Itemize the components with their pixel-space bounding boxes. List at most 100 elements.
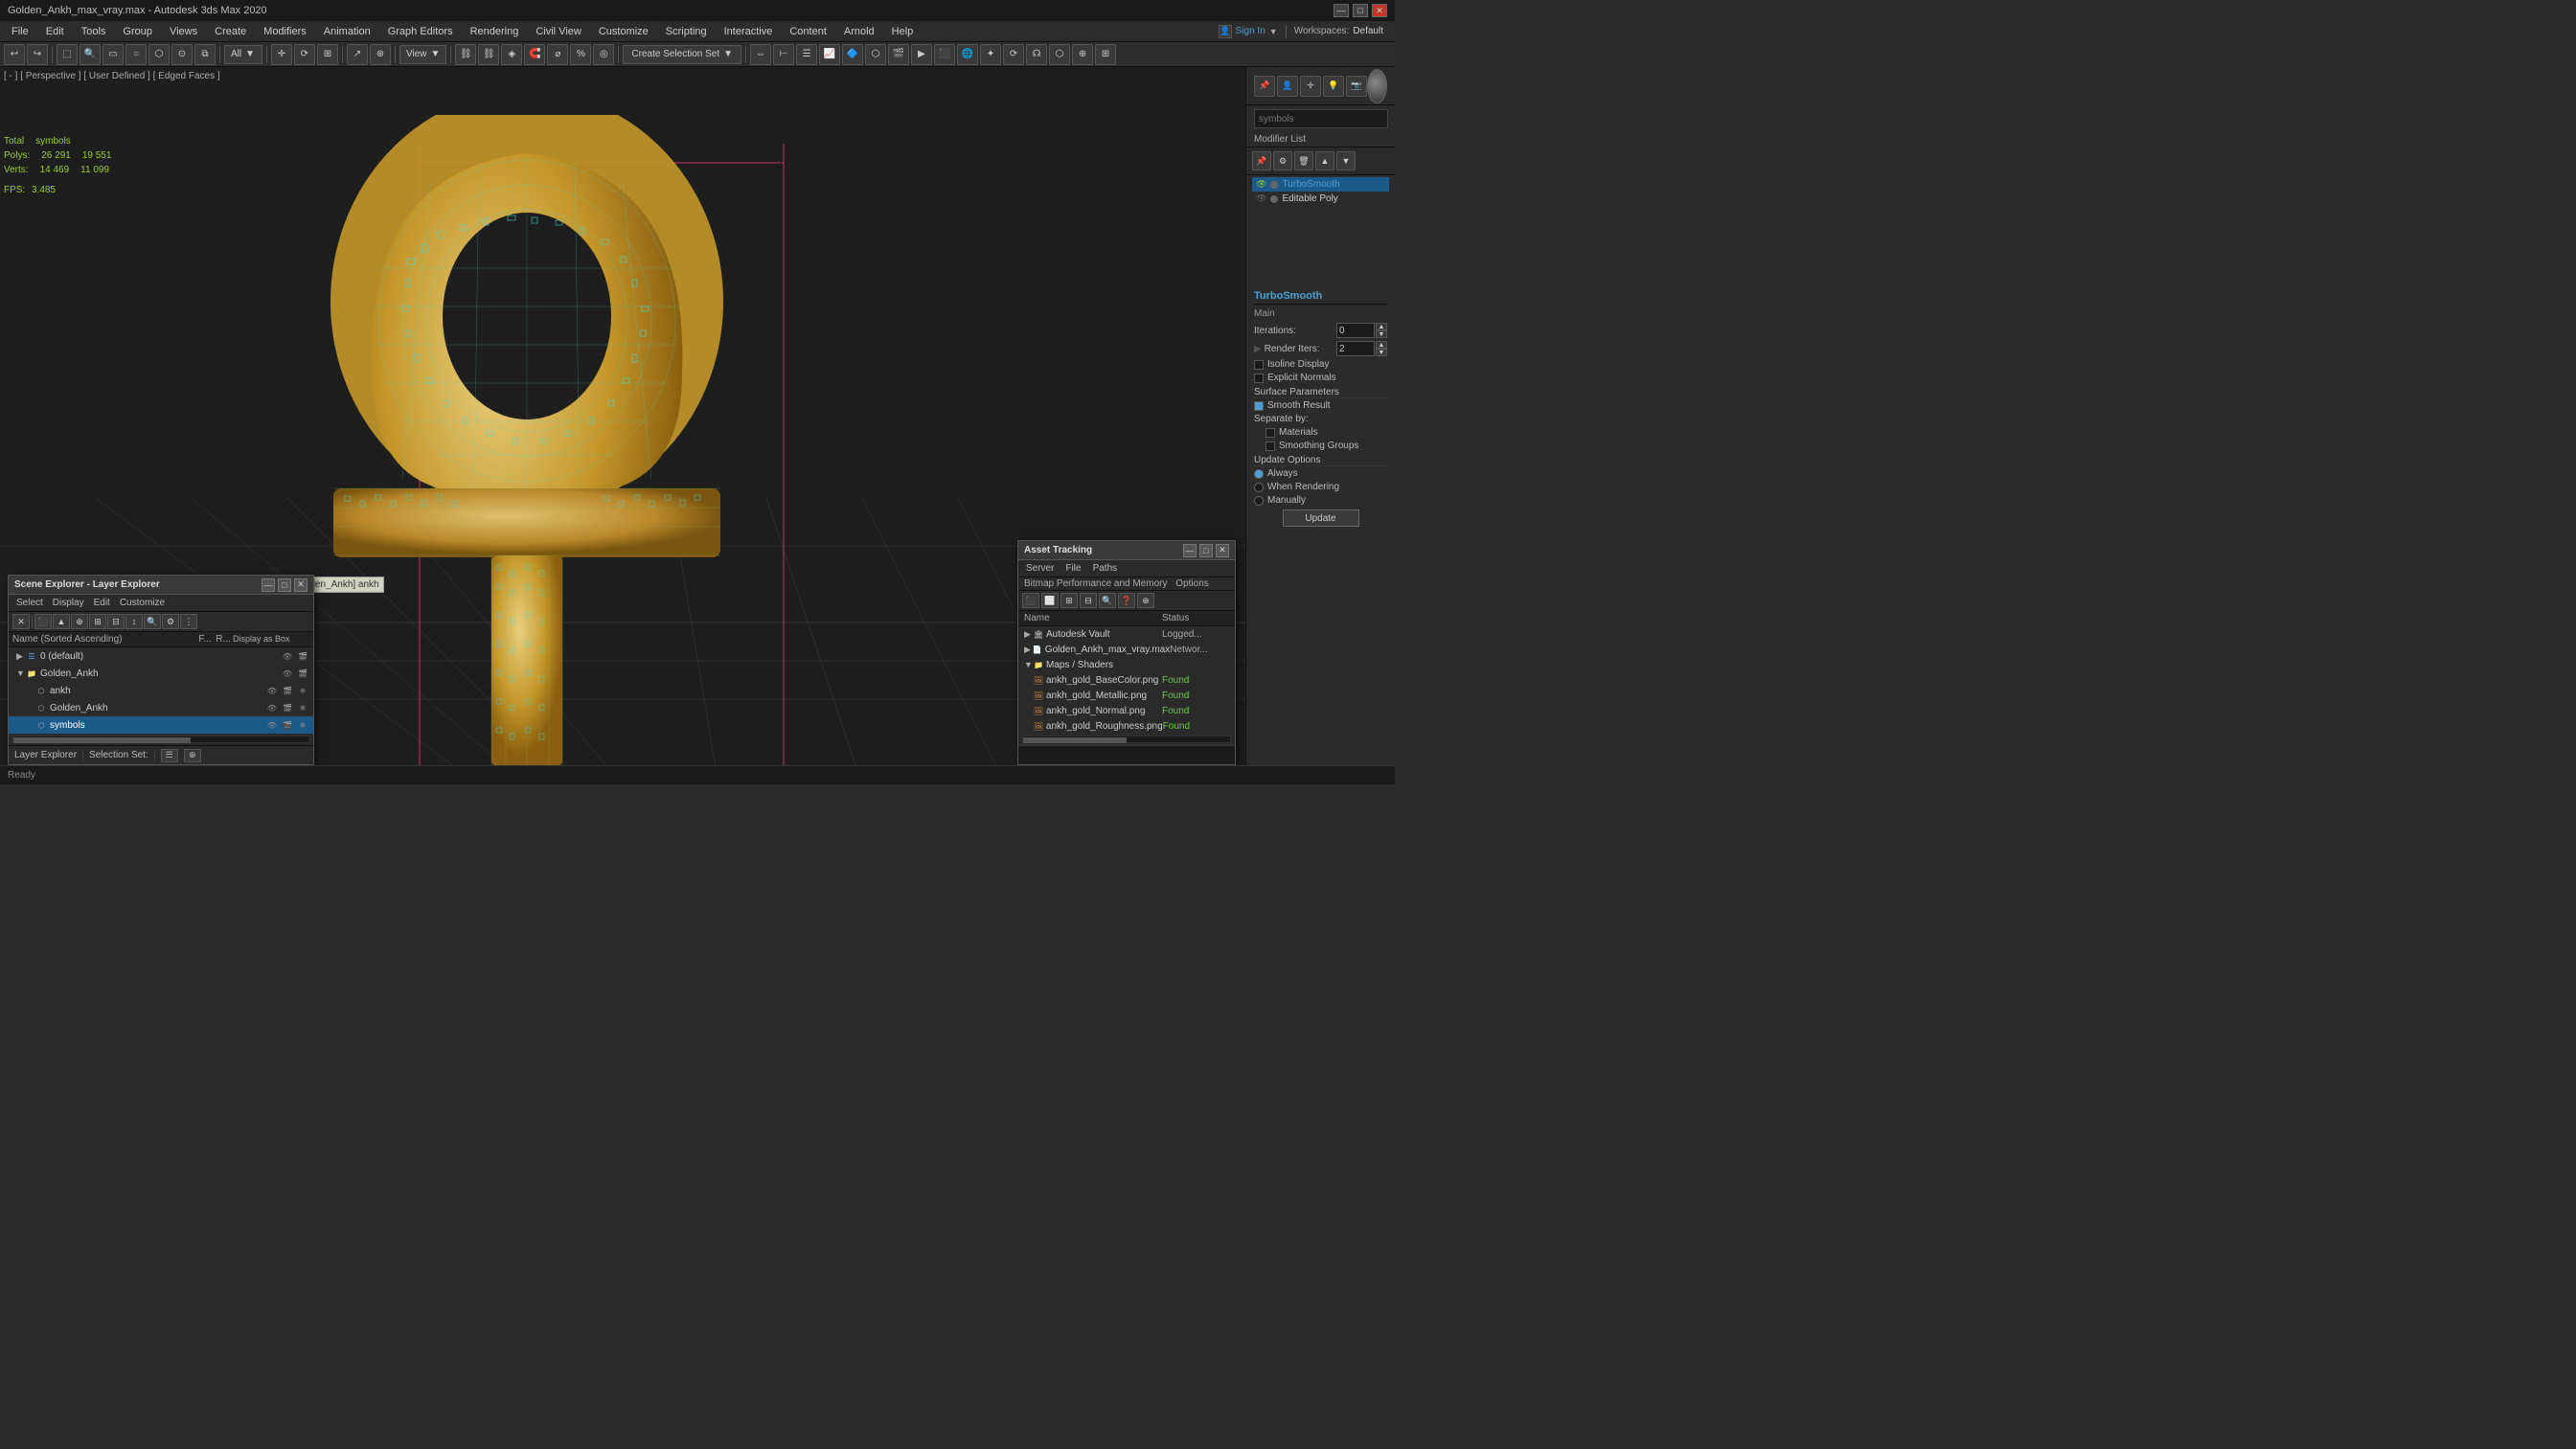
se-vis-eye-4[interactable]: 👁: [265, 718, 279, 732]
at-tb-4[interactable]: ⊟: [1080, 593, 1097, 608]
percent-snap[interactable]: %: [570, 44, 591, 65]
se-vis-eye-0[interactable]: 👁: [281, 649, 294, 663]
menu-file[interactable]: File: [4, 24, 36, 39]
close-button[interactable]: ✕: [1372, 4, 1387, 17]
mod-configure-btn[interactable]: ⚙: [1273, 151, 1292, 170]
se-tb-btn-4[interactable]: ⊞: [89, 614, 106, 629]
extra-btn-3[interactable]: ⊕: [1072, 44, 1093, 65]
se-menu-display[interactable]: Display: [49, 597, 88, 609]
view-dropdown[interactable]: View ▼: [399, 45, 446, 64]
at-restore-btn[interactable]: □: [1199, 544, 1213, 557]
render-prod-button[interactable]: ⬛: [934, 44, 955, 65]
se-vis-eye-3[interactable]: 👁: [265, 701, 279, 714]
menu-interactive[interactable]: Interactive: [717, 24, 781, 39]
menu-edit[interactable]: Edit: [38, 24, 72, 39]
at-tb-6[interactable]: ❓: [1118, 593, 1135, 608]
at-row-0[interactable]: ▶ 🏛 Autodesk Vault Logged...: [1018, 626, 1235, 642]
modifier-turbosmooth[interactable]: 👁 TurboSmooth: [1252, 177, 1389, 192]
menu-graph-editors[interactable]: Graph Editors: [380, 24, 461, 39]
snap-toggle[interactable]: 🧲: [524, 44, 545, 65]
menu-group[interactable]: Group: [115, 24, 160, 39]
se-vis-cam-4[interactable]: 🎬: [281, 718, 294, 732]
modifier-editable-poly[interactable]: 👁 Editable Poly: [1252, 192, 1389, 206]
angle-snap[interactable]: ⌀: [547, 44, 568, 65]
panel-man-icon[interactable]: 👤: [1277, 76, 1298, 97]
se-vis-freeze-3[interactable]: ❄: [296, 701, 309, 714]
at-expand-1[interactable]: ▶: [1024, 645, 1033, 655]
render-env-button[interactable]: 🌐: [957, 44, 978, 65]
ts-manually-radio[interactable]: [1254, 496, 1264, 506]
mod-down-btn[interactable]: ▼: [1336, 151, 1356, 170]
sign-in-button[interactable]: Sign In: [1236, 26, 1265, 36]
se-expand-0[interactable]: ▶: [16, 651, 26, 662]
ts-render-iters-input[interactable]: [1336, 341, 1375, 356]
se-restore-btn[interactable]: □: [278, 578, 291, 592]
se-tb-btn-9[interactable]: ⋮: [180, 614, 197, 629]
se-row-4[interactable]: ⬡ symbols 👁 🎬 ❄: [9, 716, 313, 734]
select-move-button[interactable]: ✛: [271, 44, 292, 65]
panel-camera-icon[interactable]: 📷: [1346, 76, 1367, 97]
at-menu-file[interactable]: File: [1061, 562, 1084, 575]
se-vis-cam-0[interactable]: 🎬: [296, 649, 309, 663]
se-tb-btn-7[interactable]: 🔍: [144, 614, 161, 629]
menu-customize[interactable]: Customize: [591, 24, 656, 39]
se-close-btn[interactable]: ✕: [294, 578, 308, 592]
menu-arnold[interactable]: Arnold: [836, 24, 882, 39]
render-setup-button[interactable]: 🎬: [888, 44, 909, 65]
at-menu-paths[interactable]: Paths: [1089, 562, 1122, 575]
curve-editor-button[interactable]: 📈: [819, 44, 840, 65]
extra-btn-4[interactable]: ⊞: [1095, 44, 1116, 65]
maximize-button[interactable]: □: [1353, 4, 1368, 17]
at-row-6[interactable]: 🖼 ankh_gold_Roughness.png Found: [1018, 718, 1235, 734]
se-tb-btn-8[interactable]: ⚙: [162, 614, 179, 629]
panel-move-icon[interactable]: ✛: [1300, 76, 1321, 97]
create-selection-set-button[interactable]: Create Selection Set ▼: [623, 45, 741, 64]
mod-pin-btn[interactable]: 📌: [1252, 151, 1271, 170]
at-tb-1[interactable]: ⬛: [1022, 593, 1039, 608]
panel-light-icon[interactable]: 💡: [1323, 76, 1344, 97]
se-vis-cam-3[interactable]: 🎬: [281, 701, 294, 714]
ts-iterations-up[interactable]: ▲: [1376, 323, 1387, 330]
se-scrollbar[interactable]: [12, 736, 309, 743]
render-effects-button[interactable]: ✦: [980, 44, 1001, 65]
menu-animation[interactable]: Animation: [316, 24, 378, 39]
mod-up-btn[interactable]: ▲: [1315, 151, 1334, 170]
material-editor-button[interactable]: ⬡: [865, 44, 886, 65]
se-vis-eye-2[interactable]: 👁: [265, 684, 279, 697]
filter-dropdown[interactable]: All ▼: [224, 45, 262, 64]
select-region-fence[interactable]: ⬡: [148, 44, 170, 65]
se-tb-btn-3[interactable]: ⊕: [71, 614, 88, 629]
window-crossing-button[interactable]: ⧉: [194, 44, 216, 65]
se-menu-customize[interactable]: Customize: [116, 597, 169, 609]
select-region-lasso[interactable]: ⊙: [171, 44, 193, 65]
ts-smooth-checkbox[interactable]: [1254, 401, 1264, 411]
unlink-button[interactable]: ⛓: [478, 44, 499, 65]
extra-btn-1[interactable]: ☊: [1026, 44, 1047, 65]
se-vis-cam-2[interactable]: 🎬: [281, 684, 294, 697]
at-row-3[interactable]: 🖼 ankh_gold_BaseColor.png Found: [1018, 672, 1235, 688]
at-row-1[interactable]: ▶ 📄 Golden_Ankh_max_vray.max Networ...: [1018, 642, 1235, 657]
redo-button[interactable]: ↪: [27, 44, 48, 65]
se-tb-btn-6[interactable]: ↕: [125, 614, 143, 629]
ts-iterations-down[interactable]: ▼: [1376, 330, 1387, 338]
align-button[interactable]: ⊢: [773, 44, 794, 65]
workspaces-value[interactable]: Default: [1353, 26, 1383, 36]
at-row-5[interactable]: 🖼 ankh_gold_Normal.png Found: [1018, 703, 1235, 718]
at-tb-7[interactable]: ⊕: [1137, 593, 1154, 608]
ts-always-radio[interactable]: [1254, 469, 1264, 479]
bind-button[interactable]: ◈: [501, 44, 522, 65]
menu-scripting[interactable]: Scripting: [658, 24, 715, 39]
at-scrollbar[interactable]: [1022, 736, 1231, 743]
se-scrollthumb[interactable]: [13, 737, 191, 743]
menu-tools[interactable]: Tools: [74, 24, 114, 39]
at-expand-0[interactable]: ▶: [1024, 629, 1034, 640]
ts-explicit-checkbox[interactable]: [1254, 374, 1264, 383]
select-object-button[interactable]: ⬚: [57, 44, 78, 65]
select-rotate-button[interactable]: ⟳: [294, 44, 315, 65]
menu-create[interactable]: Create: [207, 24, 254, 39]
schematic-view-button[interactable]: 🔷: [842, 44, 863, 65]
menu-help[interactable]: Help: [884, 24, 922, 39]
at-tb-2[interactable]: ⬜: [1041, 593, 1059, 608]
ts-iterations-input[interactable]: [1336, 323, 1375, 338]
minimize-button[interactable]: —: [1334, 4, 1349, 17]
